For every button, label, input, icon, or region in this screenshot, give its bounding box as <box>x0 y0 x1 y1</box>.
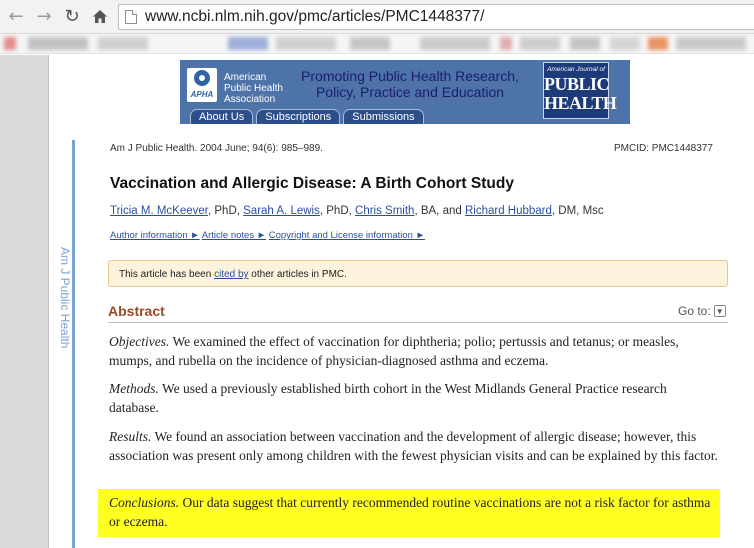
banner-slogan: Promoting Public Health Research, Policy… <box>301 68 519 100</box>
banner-tabs: About Us Subscriptions Submissions <box>190 109 424 124</box>
browser-toolbar: ← → ↻ www.ncbi.nlm.nih.gov/pmc/articles/… <box>0 0 754 34</box>
author-link[interactable]: Richard Hubbard <box>465 205 552 217</box>
bookmark-item[interactable] <box>276 37 336 50</box>
back-arrow-icon[interactable]: ← <box>6 6 26 27</box>
abstract-objectives: Objectives. We examined the effect of va… <box>109 334 679 368</box>
org-name: American Public Health Association <box>224 72 283 105</box>
tab-subscriptions[interactable]: Subscriptions <box>256 109 341 124</box>
author-link[interactable]: Sarah A. Lewis <box>243 205 320 217</box>
bookmark-item[interactable] <box>28 37 88 50</box>
bookmark-item[interactable] <box>420 37 490 50</box>
article-title: Vaccination and Allergic Disease: A Birt… <box>110 175 514 192</box>
tab-submissions[interactable]: Submissions <box>343 109 424 124</box>
url-text[interactable]: www.ncbi.nlm.nih.gov/pmc/articles/PMC144… <box>145 8 484 26</box>
journal-vertical-label: Am J Public Health <box>58 245 72 351</box>
page-edge <box>48 55 49 548</box>
pmcid: PMCID: PMC1448377 <box>614 143 713 154</box>
tab-about-us[interactable]: About Us <box>190 109 254 124</box>
chevron-down-icon[interactable]: ▼ <box>713 305 726 317</box>
forward-arrow-icon[interactable]: → <box>34 6 54 27</box>
article-notes-link[interactable]: Article notes ► <box>202 230 266 241</box>
bookmark-item[interactable] <box>648 37 668 50</box>
cited-by-notice: This article has been cited by other art… <box>108 260 728 287</box>
author-information-link[interactable]: Author information ► <box>110 230 200 241</box>
abstract-results: Results. We found an association between… <box>109 429 718 463</box>
abstract-conclusions: Conclusions. Our data suggest that curre… <box>109 495 711 529</box>
author-link[interactable]: Chris Smith <box>355 205 414 217</box>
page-gutter <box>0 55 48 548</box>
cited-by-link[interactable]: cited by <box>214 269 248 280</box>
abstract-heading: Abstract <box>108 303 165 319</box>
copyright-license-link[interactable]: Copyright and License information ► <box>269 230 425 241</box>
section-divider <box>108 322 728 323</box>
bookmark-item[interactable] <box>500 37 512 50</box>
info-links: Author information ► Article notes ► Cop… <box>110 230 425 241</box>
apha-logo-icon: APHA <box>187 68 217 102</box>
page-icon <box>125 10 137 24</box>
bookmark-item[interactable] <box>350 37 390 50</box>
bookmark-item[interactable] <box>570 37 600 50</box>
bookmark-item[interactable] <box>676 37 746 50</box>
author-list: Tricia M. McKeever, PhD, Sarah A. Lewis,… <box>110 205 604 217</box>
bookmark-item[interactable] <box>228 37 268 50</box>
goto-menu[interactable]: Go to: ▼ <box>678 304 726 318</box>
bookmarks-bar <box>0 34 754 54</box>
author-link[interactable]: Tricia M. McKeever <box>110 205 208 217</box>
bookmark-item[interactable] <box>610 37 640 50</box>
home-icon[interactable] <box>90 6 110 26</box>
journal-logo: American Journal of PUBLIC HEALTH <box>543 62 617 119</box>
bookmark-item[interactable] <box>4 37 16 50</box>
bookmark-item[interactable] <box>98 37 148 50</box>
abstract-methods: Methods. We used a previously establishe… <box>109 381 667 415</box>
address-bar[interactable]: www.ncbi.nlm.nih.gov/pmc/articles/PMC144… <box>118 4 754 30</box>
citation: Am J Public Health. 2004 June; 94(6): 98… <box>110 143 323 154</box>
goto-label[interactable]: Go to: <box>678 304 711 318</box>
reload-icon[interactable]: ↻ <box>62 6 82 27</box>
bookmark-item[interactable] <box>520 37 560 50</box>
